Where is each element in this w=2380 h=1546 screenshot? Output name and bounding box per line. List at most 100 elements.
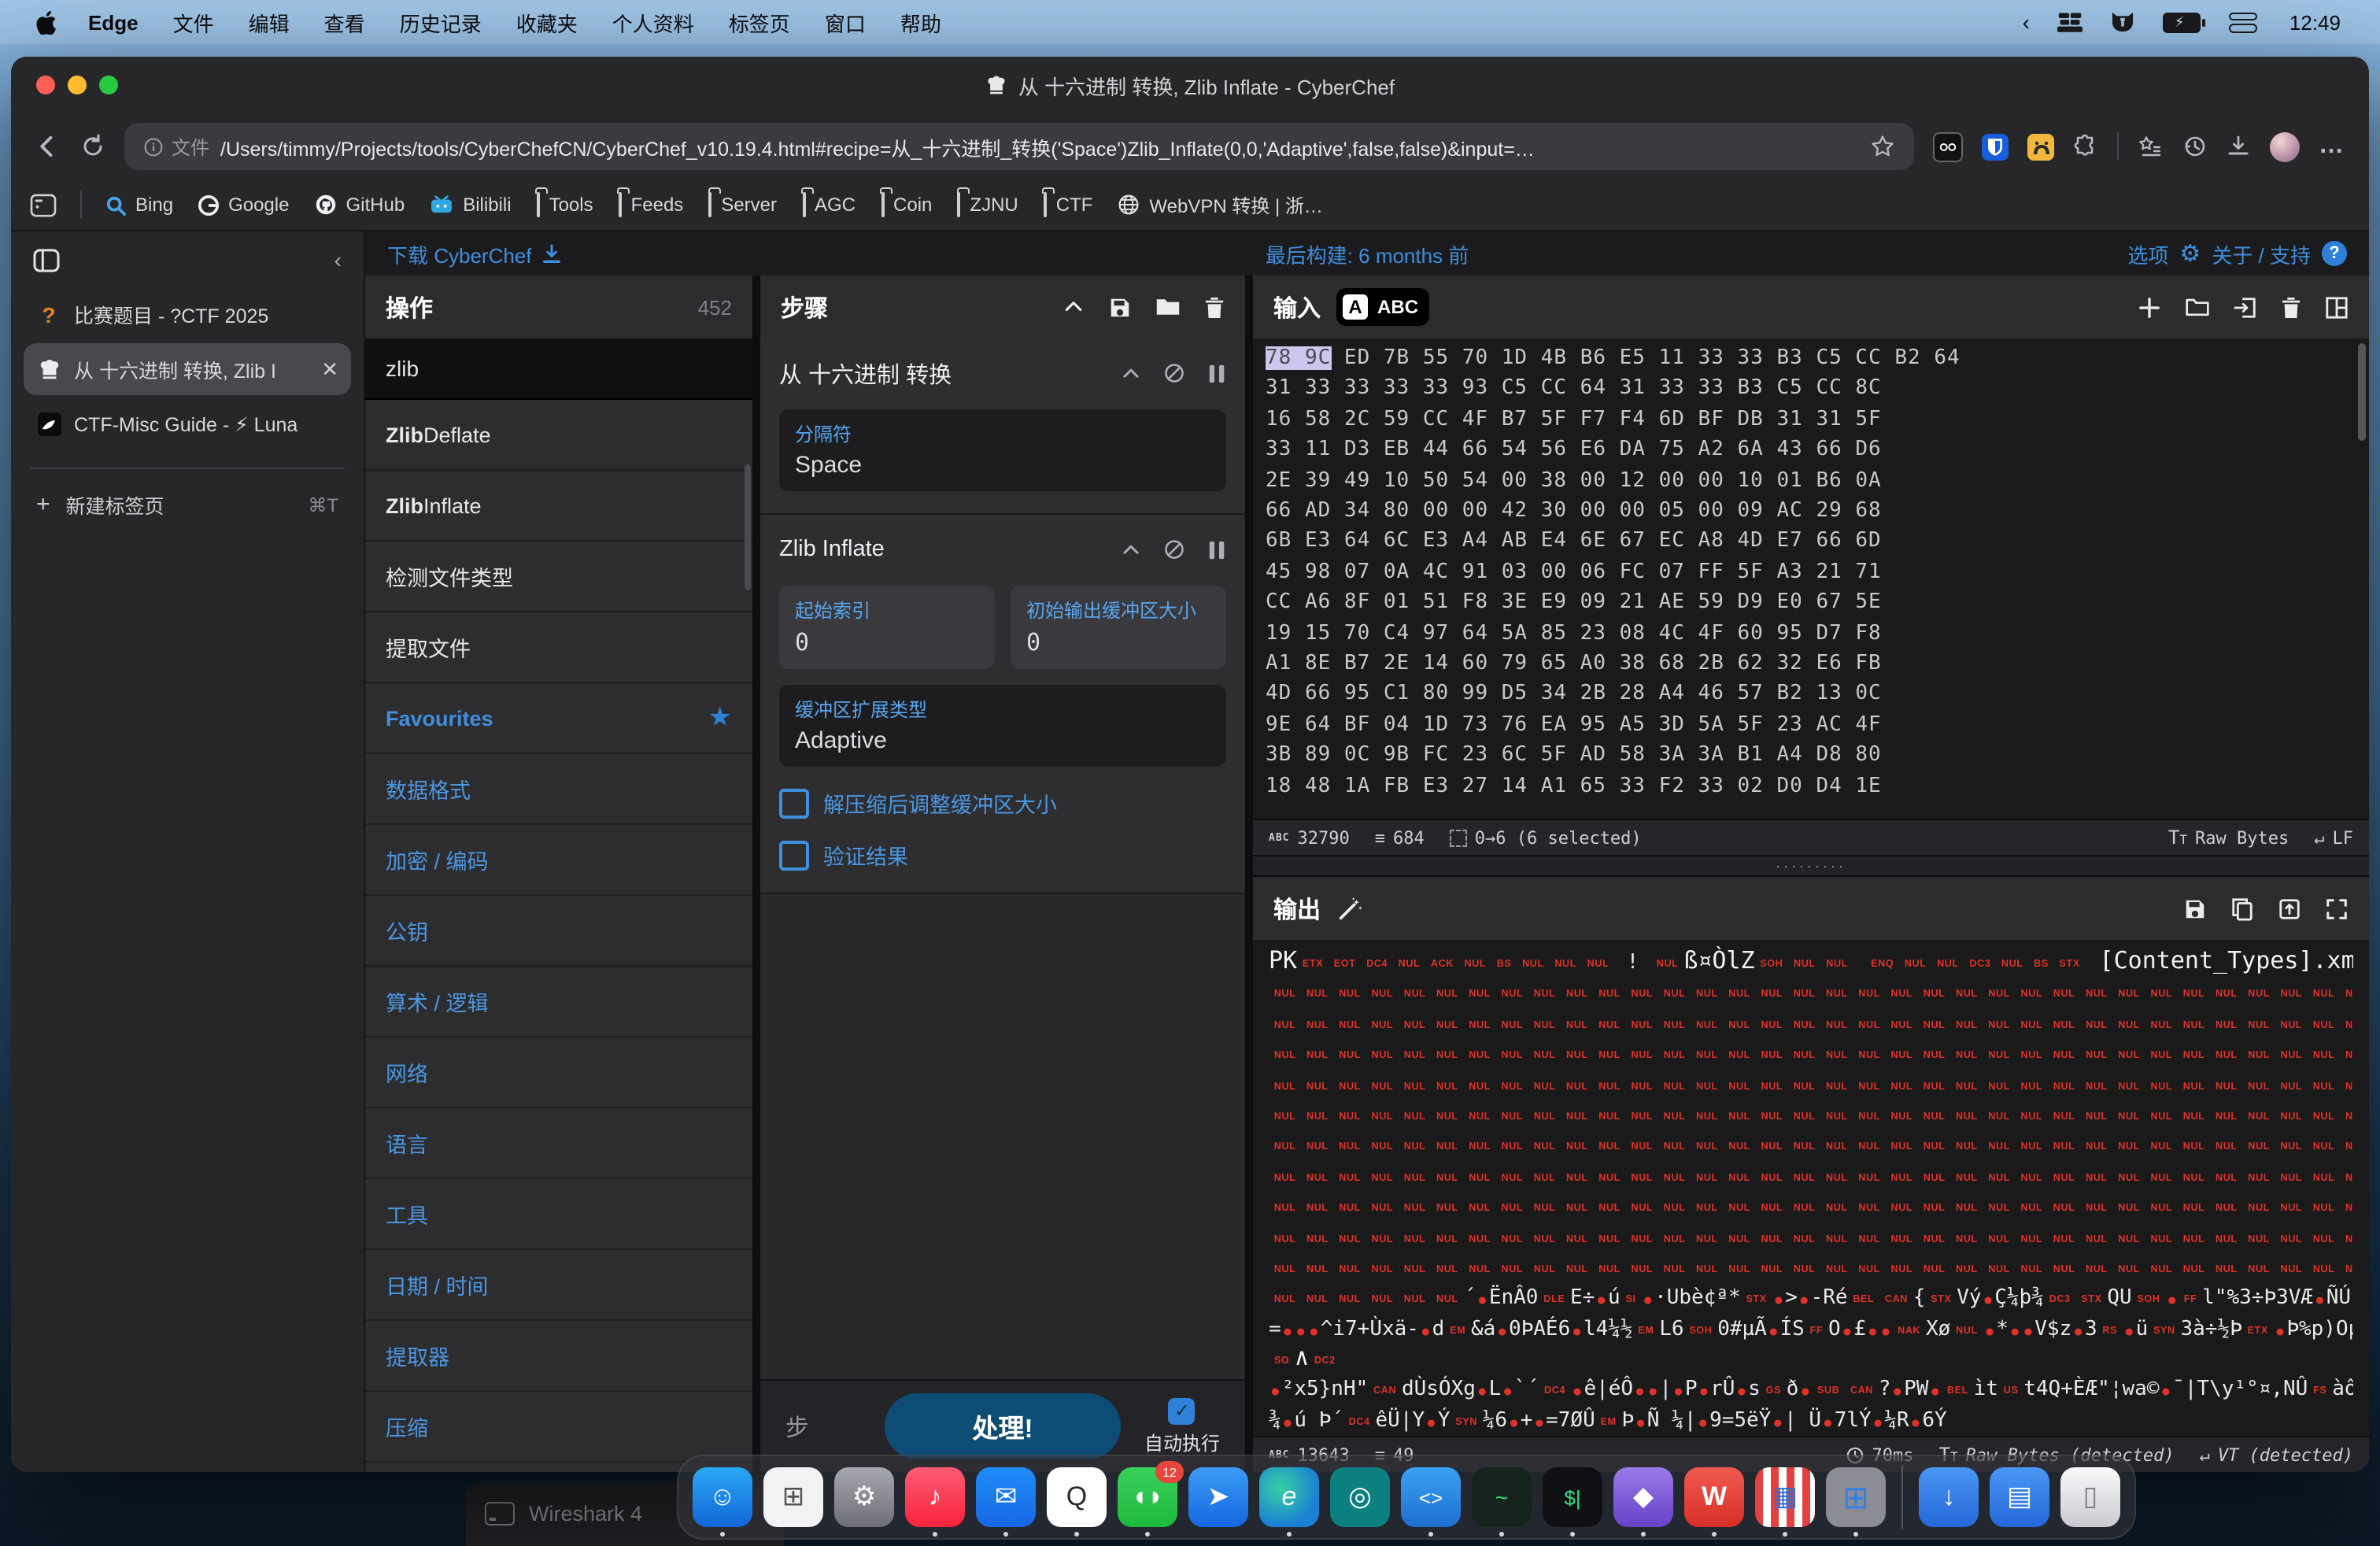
dock-downloads-folder-icon[interactable]: ↓: [1919, 1467, 1979, 1527]
operation-item[interactable]: 提取文件: [365, 612, 752, 683]
browser-tab[interactable]: ?比赛题目 - ?CTF 2025: [24, 288, 351, 340]
dock-crystal-app-icon[interactable]: ◆: [1613, 1467, 1673, 1527]
clear-recipe-icon[interactable]: [1204, 295, 1225, 319]
zoom-window-button[interactable]: [99, 76, 118, 94]
bitwarden-icon[interactable]: [1982, 133, 2009, 160]
menu-item[interactable]: 查看: [307, 12, 382, 35]
operations-search[interactable]: [365, 338, 752, 400]
dock-terminal-icon[interactable]: $|: [1543, 1467, 1602, 1527]
auto-bake-checkbox[interactable]: ✓: [1169, 1397, 1196, 1424]
save-recipe-icon[interactable]: [1108, 295, 1132, 319]
save-output-icon[interactable]: [2183, 897, 2207, 920]
operation-item[interactable]: Zlib Deflate: [365, 400, 752, 471]
recipe-operation[interactable]: Zlib Inflate起始索引0初始输出缓冲区大小0缓冲区扩展类型Adapti…: [760, 515, 1245, 894]
menubar-stack-icon[interactable]: [2044, 12, 2097, 32]
menu-item[interactable]: 历史记录: [382, 12, 499, 35]
operation-item[interactable]: Zlib Inflate: [365, 471, 752, 542]
dock-trash-icon[interactable]: ▯: [2060, 1467, 2120, 1527]
clear-input-icon[interactable]: [2281, 295, 2301, 319]
input-encoding-chip[interactable]: TTRaw Bytes: [2168, 827, 2289, 849]
tampermonkey-icon[interactable]: [2027, 133, 2054, 160]
help-icon[interactable]: ?: [2322, 241, 2347, 266]
window-title-bar[interactable]: 从 十六进制 转换, Zlib Inflate - CyberChef: [11, 57, 2369, 113]
dock-mail-icon[interactable]: ✉: [976, 1467, 1036, 1527]
argument-checkbox-row[interactable]: 解压缩后调整缓冲区大小: [779, 787, 1226, 819]
favourites-category[interactable]: Favourites★: [365, 683, 752, 754]
dock-launchpad-icon[interactable]: ⊞: [763, 1467, 823, 1527]
bookmark-item[interactable]: Google: [198, 194, 289, 216]
checkbox-unchecked[interactable]: [779, 788, 809, 818]
dock-edge-icon[interactable]: e: [1259, 1467, 1319, 1527]
collapse-sidebar-icon[interactable]: ‹: [334, 247, 342, 272]
about-link[interactable]: 关于 / 支持: [2212, 239, 2311, 268]
input-eol-chip[interactable]: ↵LF: [2314, 827, 2353, 848]
extension-dual-circle-icon[interactable]: [1933, 131, 1963, 161]
recipe-operation[interactable]: 从 十六进制 转换分隔符Space: [760, 338, 1245, 515]
magic-wand-icon[interactable]: [1336, 895, 1363, 922]
close-tab-icon[interactable]: ✕: [321, 357, 338, 382]
step-button[interactable]: 步: [785, 1410, 809, 1443]
dock-follow-icon[interactable]: ➤: [1188, 1467, 1248, 1527]
menubar-cat-icon[interactable]: [2097, 11, 2149, 33]
io-drag-handle[interactable]: ·········: [1253, 855, 2369, 877]
extensions-puzzle-icon[interactable]: [2073, 134, 2098, 159]
collections-icon[interactable]: [2138, 134, 2163, 159]
bookmark-item[interactable]: AGC: [802, 194, 856, 216]
category-item[interactable]: 提取器: [365, 1321, 752, 1392]
operation-item[interactable]: 检测文件类型: [365, 542, 752, 612]
collapse-recipe-icon[interactable]: [1062, 296, 1085, 318]
category-item[interactable]: 日期 / 时间: [365, 1250, 752, 1321]
menu-item[interactable]: 帮助: [883, 12, 959, 35]
disable-operation-icon[interactable]: [1163, 362, 1185, 384]
gear-icon[interactable]: ⚙: [2179, 239, 2201, 268]
menu-item[interactable]: 编辑: [231, 12, 307, 35]
auto-bake-control[interactable]: ✓ 自动执行: [1144, 1397, 1220, 1455]
breakpoint-icon[interactable]: [1207, 539, 1226, 560]
reload-button[interactable]: [80, 134, 105, 159]
dock-music-icon[interactable]: ♪: [905, 1467, 965, 1527]
menu-item[interactable]: 标签页: [711, 12, 808, 35]
category-item[interactable]: 算术 / 逻辑: [365, 967, 752, 1037]
input-textarea[interactable]: 78 9C ED 7B 55 70 1D 4B B6 E5 11 33 33 B…: [1253, 338, 2369, 819]
tab-panel-icon[interactable]: [33, 248, 60, 272]
dock-settings-icon[interactable]: ⚙: [834, 1467, 894, 1527]
recipe-drop-zone[interactable]: [760, 894, 1245, 1379]
category-item[interactable]: 语言: [365, 1108, 752, 1179]
input-scrollbar[interactable]: [2358, 343, 2366, 441]
disable-operation-icon[interactable]: [1163, 538, 1185, 560]
bookmark-item[interactable]: WebVPN 转换 | 浙…: [1118, 191, 1323, 218]
add-input-tab-icon[interactable]: [2138, 295, 2161, 319]
menu-item[interactable]: 个人资料: [595, 12, 711, 35]
bookmark-item[interactable]: Coin: [881, 194, 932, 216]
breakpoint-icon[interactable]: [1207, 363, 1226, 383]
bookmark-item[interactable]: Bing: [105, 194, 173, 216]
argument-select[interactable]: 缓冲区扩展类型Adaptive: [779, 685, 1226, 767]
new-tab-button[interactable]: + 新建标签页 ⌘T: [24, 483, 351, 526]
bookmark-item[interactable]: CTF: [1044, 194, 1093, 216]
open-folder-icon[interactable]: [2185, 296, 2210, 318]
operations-scrollbar[interactable]: [745, 464, 751, 590]
back-button[interactable]: [33, 132, 61, 161]
load-recipe-icon[interactable]: [1155, 296, 1181, 318]
operations-search-input[interactable]: [365, 338, 793, 398]
category-item[interactable]: 工具: [365, 1179, 752, 1250]
menu-item[interactable]: 文件: [156, 12, 231, 35]
collapse-operation-icon[interactable]: [1121, 363, 1141, 383]
minimize-window-button[interactable]: [68, 76, 87, 94]
control-center-icon[interactable]: [2216, 12, 2272, 32]
favorite-star-icon[interactable]: [1870, 134, 1895, 159]
bookmark-item[interactable]: Server: [708, 194, 777, 216]
traffic-lights[interactable]: [36, 76, 118, 94]
copy-output-icon[interactable]: [2230, 897, 2254, 920]
dock-documents-folder-icon[interactable]: ▤: [1990, 1467, 2049, 1527]
history-icon[interactable]: [2182, 134, 2207, 159]
apple-menu-icon[interactable]: [22, 10, 71, 34]
open-file-icon[interactable]: [2234, 295, 2257, 319]
output-textarea[interactable]: PKETXEOTDC4NULACKNULBSNULNULNUL ! NULß¤Ò…: [1253, 940, 2369, 1436]
more-menu-icon[interactable]: …: [2319, 132, 2347, 161]
split-view-icon[interactable]: [2325, 295, 2349, 319]
dock-activity-monitor-icon[interactable]: ~: [1472, 1467, 1532, 1527]
dock-finder-icon[interactable]: ☺: [693, 1467, 752, 1527]
checkbox-unchecked[interactable]: [779, 840, 809, 870]
download-cyberchef-link[interactable]: 下载 CyberChef: [387, 239, 562, 268]
